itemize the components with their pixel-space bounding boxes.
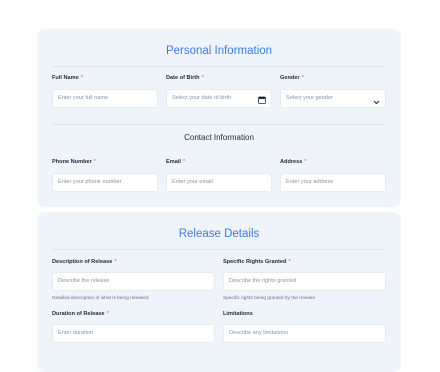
email-label: Email * (166, 159, 186, 165)
email-input[interactable]: Enter your email (166, 173, 272, 192)
contact-information-title: Contact Information (184, 133, 254, 142)
phone-number-label: Phone Number * (52, 159, 96, 165)
rights-input[interactable]: Describe the rights granted (223, 272, 386, 291)
date-of-birth-label: Date of Birth * (166, 75, 204, 81)
address-label: Address * (280, 159, 307, 165)
calendar-icon[interactable] (258, 95, 266, 107)
description-label: Description of Release * (52, 259, 117, 265)
personal-information-title: Personal Information (165, 45, 273, 57)
full-name-label: Full Name * (52, 75, 83, 81)
release-details-card: Release Details Description of Release * … (37, 212, 401, 372)
limitations-input[interactable]: Describe any limitations (223, 324, 386, 343)
divider (52, 124, 386, 125)
date-of-birth-input[interactable]: Select your date of birth (166, 89, 272, 108)
duration-input[interactable]: Enter duration (52, 324, 215, 343)
rights-label: Specific Rights Granted * (223, 259, 291, 265)
gender-select[interactable]: Select your gender (280, 89, 386, 108)
release-details-title: Release Details (178, 228, 260, 240)
duration-label: Duration of Release * (52, 311, 109, 317)
gender-label: Gender * (280, 75, 304, 81)
personal-information-card: Personal Information Full Name * Enter yo… (37, 29, 401, 207)
chevron-down-icon (373, 96, 380, 107)
divider (52, 66, 386, 67)
rights-hint: Specific rights being granted by the rel… (223, 296, 315, 301)
phone-number-input[interactable]: Enter your phone number (52, 173, 158, 192)
description-input[interactable]: Describe the release (52, 272, 215, 291)
limitations-label: Limitations (223, 311, 253, 317)
description-hint: Detailed description of what is being re… (52, 296, 149, 301)
address-input[interactable]: Enter your address (280, 173, 386, 192)
full-name-input[interactable]: Enter your full name (52, 89, 158, 108)
divider (52, 249, 386, 250)
